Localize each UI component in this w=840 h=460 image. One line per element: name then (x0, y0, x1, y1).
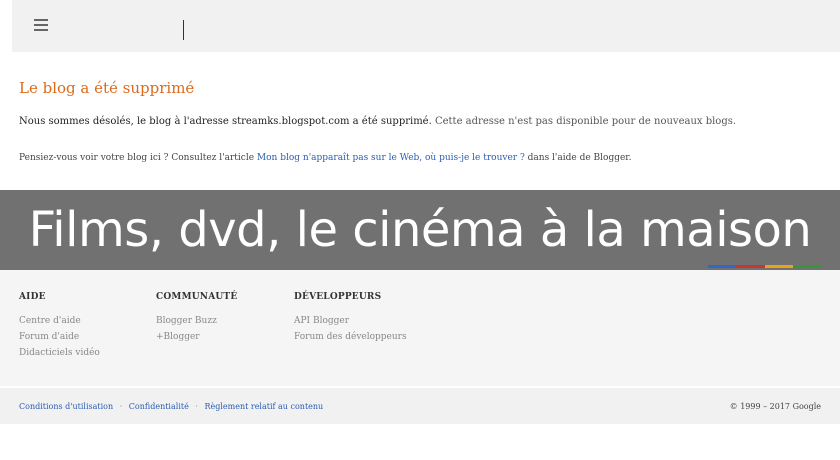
title-overlay-banner: Films, dvd, le cinéma à la maison (0, 190, 840, 270)
footer-heading-communaute: COMMUNAUTÉ (156, 292, 238, 302)
brand-color-red (736, 265, 765, 268)
brand-color-blue (708, 265, 737, 268)
page-title: Le blog a été supprimé (19, 79, 195, 97)
top-bar (12, 0, 840, 52)
footer-column-aide: AIDE Centre d'aide Forum d'aide Didactic… (19, 292, 100, 364)
help-prefix: Pensiez-vous voir votre blog ici ? Consu… (19, 153, 255, 163)
text-cursor (183, 20, 184, 40)
brand-color-bar (708, 265, 821, 268)
footer: AIDE Centre d'aide Forum d'aide Didactic… (0, 270, 840, 386)
footer-heading-developpeurs: DÉVELOPPEURS (294, 292, 382, 302)
content-policy-link[interactable]: Règlement relatif au contenu (204, 402, 323, 411)
footer-column-developpeurs: DÉVELOPPEURS API Blogger Forum des dével… (294, 292, 407, 348)
help-message: Pensiez-vous voir votre blog ici ? Consu… (19, 153, 631, 163)
brand-color-green (792, 265, 821, 268)
footer-link-help-forum[interactable]: Forum d'aide (19, 332, 100, 342)
removal-message: Nous sommes désolés, le blog à l'adresse… (19, 116, 736, 127)
footer-link-blogger-api[interactable]: API Blogger (294, 316, 407, 326)
brand-color-yellow (764, 265, 793, 268)
footer-link-help-center[interactable]: Centre d'aide (19, 316, 100, 326)
footer-link-blogger-buzz[interactable]: Blogger Buzz (156, 316, 237, 326)
footer-link-plus-blogger[interactable]: +Blogger (156, 332, 237, 342)
legal-bar: Conditions d'utilisation · Confidentiali… (0, 388, 840, 424)
copyright: © 1999 – 2017 Google (729, 402, 821, 411)
hamburger-icon[interactable] (34, 19, 48, 31)
help-suffix: dans l'aide de Blogger. (527, 153, 632, 163)
removal-message-main: Nous sommes désolés, le blog à l'adresse… (19, 116, 432, 127)
footer-link-video-tutorials[interactable]: Didacticiels vidéo (19, 348, 100, 358)
footer-heading-aide: AIDE (19, 292, 46, 302)
link-separator: · (195, 402, 198, 411)
legal-links: Conditions d'utilisation · Confidentiali… (19, 402, 323, 411)
footer-column-communaute: COMMUNAUTÉ Blogger Buzz +Blogger (156, 292, 237, 348)
link-separator: · (119, 402, 123, 411)
removal-message-note: Cette adresse n'est pas disponible pour … (434, 116, 737, 127)
help-article-link[interactable]: Mon blog n'apparaît pas sur le Web, où p… (257, 153, 525, 163)
privacy-link[interactable]: Confidentialité (129, 402, 189, 411)
overlay-title: Films, dvd, le cinéma à la maison (28, 202, 812, 258)
terms-link[interactable]: Conditions d'utilisation (19, 402, 113, 411)
footer-link-developer-forum[interactable]: Forum des développeurs (294, 332, 407, 342)
